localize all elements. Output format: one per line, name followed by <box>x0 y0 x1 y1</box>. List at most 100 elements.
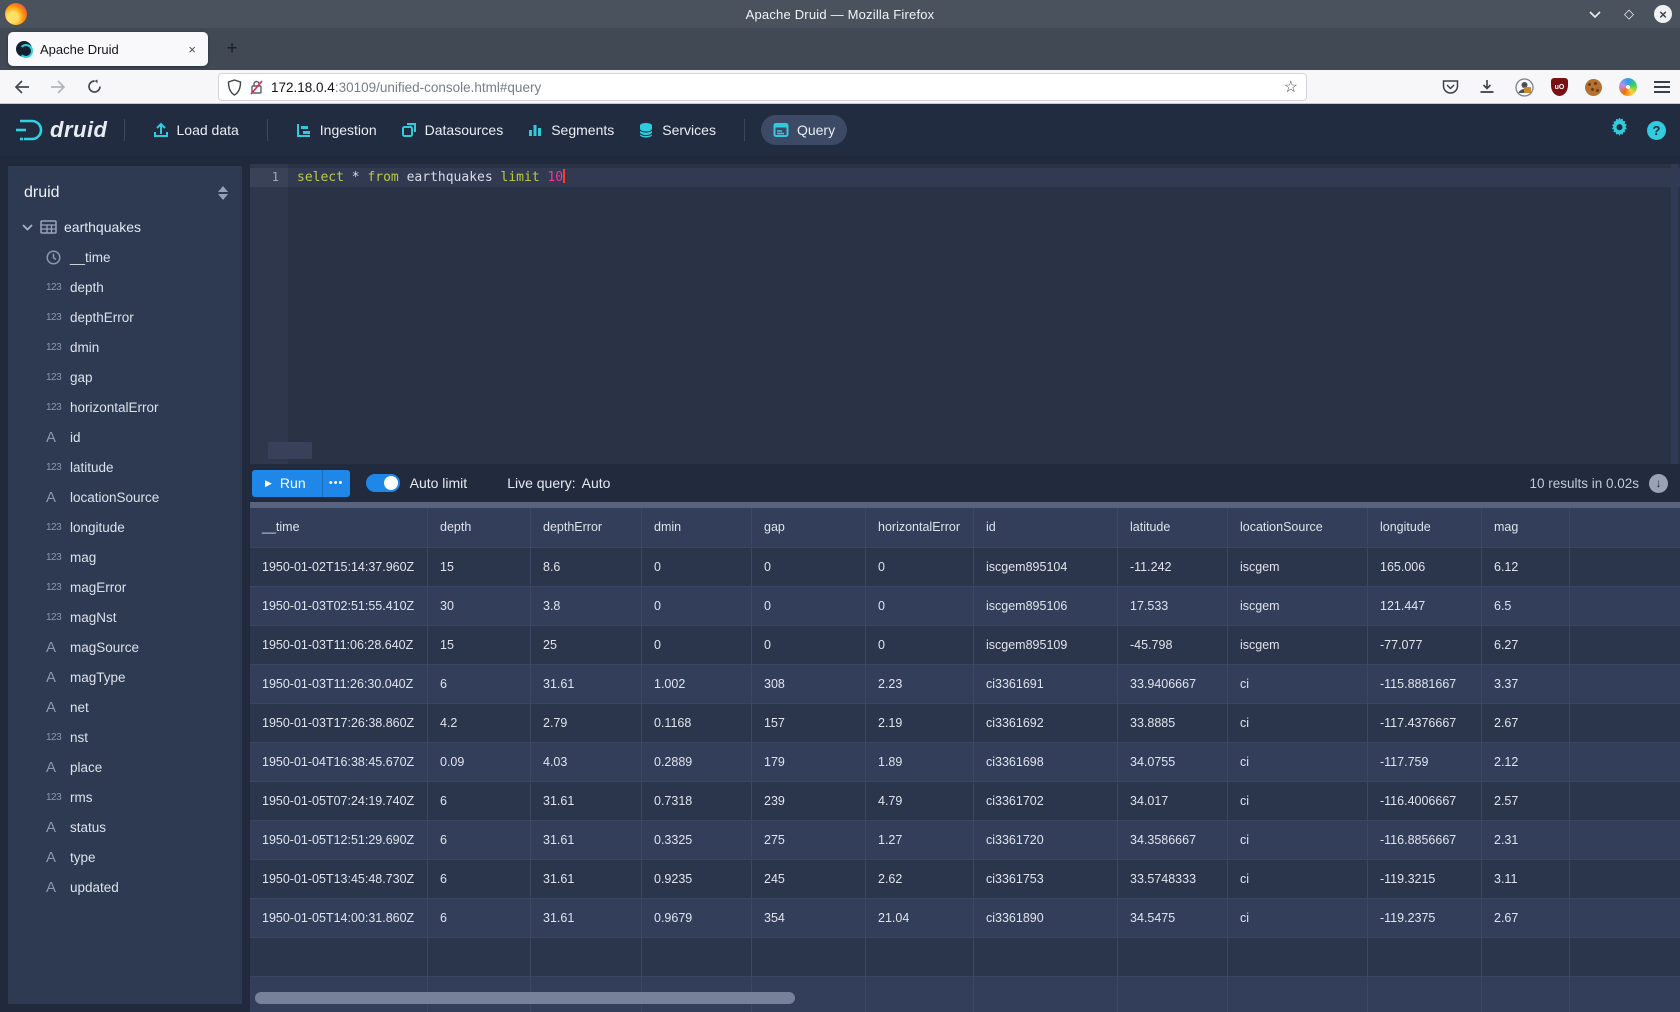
table-cell[interactable]: 1950-01-02T15:14:37.960Z <box>250 548 428 587</box>
table-cell[interactable]: 0.09 <box>428 743 531 782</box>
sidebar-column-id[interactable]: Aid <box>8 422 242 452</box>
sidebar-column-nst[interactable]: 123nst <box>8 722 242 752</box>
table-cell[interactable]: 8.6 <box>531 548 642 587</box>
sidebar-column-dmin[interactable]: 123dmin <box>8 332 242 362</box>
table-cell[interactable]: 25 <box>531 626 642 665</box>
table-cell[interactable]: iscgem <box>1228 587 1368 626</box>
table-cell[interactable]: -117.4376667 <box>1368 704 1482 743</box>
table-cell[interactable]: 245 <box>752 860 866 899</box>
table-cell[interactable]: 33.5748333 <box>1118 860 1228 899</box>
table-cell[interactable]: 30 <box>428 587 531 626</box>
sidebar-column-depth[interactable]: 123depth <box>8 272 242 302</box>
table-cell[interactable]: ci <box>1228 743 1368 782</box>
table-cell[interactable]: 3.8 <box>531 587 642 626</box>
table-cell[interactable]: 15 <box>428 626 531 665</box>
table-cell[interactable]: 2.57 <box>1482 782 1570 821</box>
table-cell[interactable]: 1950-01-03T11:06:28.640Z <box>250 626 428 665</box>
cookie-extension-icon[interactable] <box>1585 79 1602 96</box>
table-cell[interactable]: -45.798 <box>1118 626 1228 665</box>
table-cell[interactable]: 31.61 <box>531 665 642 704</box>
table-cell[interactable]: 31.61 <box>531 821 642 860</box>
sidebar-column-magType[interactable]: AmagType <box>8 662 242 692</box>
table-cell[interactable]: ci3361691 <box>974 665 1118 704</box>
nav-query[interactable]: Query <box>761 115 847 145</box>
editor-horizontal-scrollbar[interactable] <box>268 442 312 459</box>
column-header[interactable]: longitude <box>1368 508 1482 548</box>
table-cell[interactable]: 1950-01-03T17:26:38.860Z <box>250 704 428 743</box>
sidebar-column-updated[interactable]: Aupdated <box>8 872 242 902</box>
table-cell[interactable]: 1950-01-03T02:51:55.410Z <box>250 587 428 626</box>
table-cell[interactable]: 0 <box>866 587 974 626</box>
table-cell[interactable]: 31.61 <box>531 782 642 821</box>
table-cell[interactable]: ci3361890 <box>974 899 1118 938</box>
extension-burst-icon[interactable] <box>1619 78 1637 96</box>
table-cell[interactable]: 275 <box>752 821 866 860</box>
table-cell[interactable]: 2.79 <box>531 704 642 743</box>
table-cell[interactable]: ci3361698 <box>974 743 1118 782</box>
bookmark-star-icon[interactable]: ☆ <box>1284 77 1298 97</box>
table-cell[interactable]: ci <box>1228 665 1368 704</box>
sidebar-column-__time[interactable]: __time <box>8 242 242 272</box>
column-header[interactable]: dmin <box>642 508 752 548</box>
column-header[interactable]: horizontalError <box>866 508 974 548</box>
table-cell[interactable]: 1950-01-03T11:26:30.040Z <box>250 665 428 704</box>
run-more-button[interactable]: ••• <box>322 470 350 497</box>
table-cell[interactable]: 354 <box>752 899 866 938</box>
help-icon[interactable]: ? <box>1647 121 1666 140</box>
table-cell[interactable]: iscgem <box>1228 626 1368 665</box>
table-cell[interactable]: iscgem895106 <box>974 587 1118 626</box>
table-cell[interactable]: 4.2 <box>428 704 531 743</box>
table-cell[interactable]: 1.27 <box>866 821 974 860</box>
table-cell[interactable]: 2.67 <box>1482 899 1570 938</box>
column-header[interactable]: id <box>974 508 1118 548</box>
column-header[interactable]: locationSource <box>1228 508 1368 548</box>
table-cell[interactable]: 0 <box>752 548 866 587</box>
table-cell[interactable]: 0 <box>642 548 752 587</box>
query-text[interactable]: select * from earthquakes limit 10 <box>288 168 1680 187</box>
table-cell[interactable]: ci <box>1228 899 1368 938</box>
settings-gear-icon[interactable] <box>1610 118 1629 142</box>
table-cell[interactable]: 0 <box>866 548 974 587</box>
table-cell[interactable]: 31.61 <box>531 860 642 899</box>
table-cell[interactable]: 21.04 <box>866 899 974 938</box>
table-cell[interactable]: 0.3325 <box>642 821 752 860</box>
nav-load-data[interactable]: Load data <box>141 115 251 145</box>
table-cell[interactable]: 3.11 <box>1482 860 1570 899</box>
table-cell[interactable]: ci3361753 <box>974 860 1118 899</box>
auto-limit-toggle[interactable] <box>366 474 400 492</box>
downloads-icon[interactable] <box>1477 77 1497 97</box>
sidebar-column-latitude[interactable]: 123latitude <box>8 452 242 482</box>
tracking-shield-icon[interactable] <box>227 79 242 96</box>
table-cell[interactable]: 1950-01-05T12:51:29.690Z <box>250 821 428 860</box>
column-header[interactable]: gap <box>752 508 866 548</box>
column-header[interactable]: __time <box>250 508 428 548</box>
table-cell[interactable]: 2.67 <box>1482 704 1570 743</box>
table-cell[interactable]: 308 <box>752 665 866 704</box>
table-cell[interactable]: 33.8885 <box>1118 704 1228 743</box>
window-maximize-button[interactable]: ◇ <box>1620 5 1638 23</box>
pocket-icon[interactable] <box>1440 77 1460 97</box>
live-query-value[interactable]: Auto <box>582 475 611 491</box>
tab-close-icon[interactable]: × <box>184 40 200 59</box>
sidebar-column-magSource[interactable]: AmagSource <box>8 632 242 662</box>
table-cell[interactable]: 0.7318 <box>642 782 752 821</box>
table-cell[interactable]: 4.79 <box>866 782 974 821</box>
table-cell[interactable]: 0.9679 <box>642 899 752 938</box>
table-cell[interactable]: ci <box>1228 821 1368 860</box>
window-close-button[interactable]: × <box>1654 5 1672 23</box>
auto-limit-label[interactable]: Auto limit <box>410 475 468 491</box>
sidebar-column-horizontalError[interactable]: 123horizontalError <box>8 392 242 422</box>
table-cell[interactable]: ci3361692 <box>974 704 1118 743</box>
editor-vertical-scrollbar[interactable] <box>1671 164 1678 464</box>
table-cell[interactable]: 2.19 <box>866 704 974 743</box>
insecure-lock-icon[interactable] <box>249 79 264 96</box>
tab-apache-druid[interactable]: Apache Druid × <box>8 32 208 66</box>
table-cell[interactable]: 17.533 <box>1118 587 1228 626</box>
sql-editor[interactable]: 1 select * from earthquakes limit 10 <box>250 164 1680 464</box>
column-header[interactable]: depthError <box>531 508 642 548</box>
table-cell[interactable]: -115.8881667 <box>1368 665 1482 704</box>
sidebar-column-rms[interactable]: 123rms <box>8 782 242 812</box>
nav-segments[interactable]: Segments <box>515 115 626 145</box>
table-cell[interactable]: 6.12 <box>1482 548 1570 587</box>
table-cell[interactable]: 121.447 <box>1368 587 1482 626</box>
